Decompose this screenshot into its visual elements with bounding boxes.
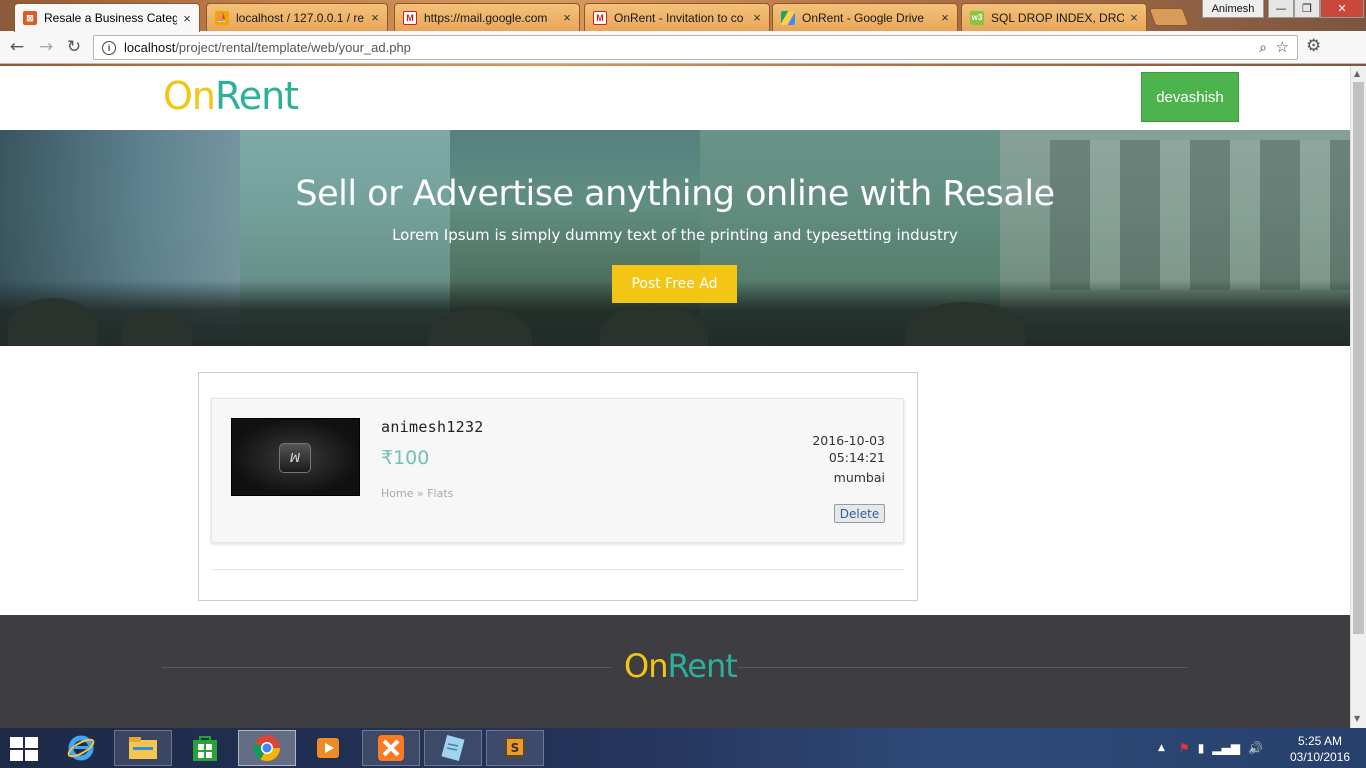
tab-title: localhost / 127.0.0.1 / re — [236, 10, 365, 25]
tab-invitation[interactable]: M OnRent - Invitation to co × — [584, 3, 770, 31]
url-path: /project/rental/template/web/your_ad.php — [175, 40, 411, 55]
ad-thumbnail[interactable]: ꟽ — [231, 418, 360, 496]
system-clock[interactable]: 5:25 AM 03/10/2016 — [1284, 733, 1356, 765]
minimize-icon[interactable]: — — [1268, 0, 1294, 18]
tab-phpmyadmin[interactable]: ⛵ localhost / 127.0.0.1 / re × — [206, 3, 388, 31]
logo-rent: Rent — [667, 647, 737, 685]
xampp-icon[interactable] — [362, 730, 420, 766]
file-explorer-icon[interactable] — [114, 730, 172, 766]
clock-date: 03/10/2016 — [1289, 750, 1351, 764]
site-logo[interactable]: OnRent — [163, 74, 299, 118]
url-host: localhost — [124, 40, 176, 55]
notepad-icon[interactable] — [424, 730, 482, 766]
new-tab-button[interactable] — [1148, 8, 1190, 26]
user-account-button[interactable]: devashish — [1141, 72, 1239, 122]
store-icon[interactable] — [176, 730, 234, 766]
volume-icon[interactable]: 🔊 — [1248, 741, 1263, 755]
chrome-icon[interactable] — [238, 730, 296, 766]
signal-icon[interactable]: ▂▄▆ — [1212, 741, 1240, 755]
app-logo-icon: ꟽ — [279, 443, 311, 473]
tab-strip: ⊠ Resale a Business Catego × ⛵ localhost… — [0, 0, 1366, 32]
ad-listing-card: ꟽ animesh1232 ₹100 Home » Flats 2016-10-… — [211, 398, 904, 543]
divider — [211, 569, 904, 570]
tab-google-drive[interactable]: OnRent - Google Drive × — [772, 3, 958, 31]
logo-on: On — [163, 74, 216, 118]
post-free-ad-button[interactable]: Post Free Ad — [612, 265, 737, 303]
close-icon[interactable]: × — [1128, 10, 1140, 25]
scroll-down-icon[interactable]: ▼ — [1354, 714, 1360, 723]
close-icon[interactable]: × — [369, 10, 381, 25]
delete-ad-button[interactable]: Delete — [834, 504, 885, 523]
browser-toolbar: ← → ↻ i localhost/project/rental/templat… — [0, 31, 1366, 64]
hero-banner: Sell or Advertise anything online with R… — [0, 130, 1350, 346]
action-center-flag-icon[interactable]: ⚑ — [1179, 741, 1190, 755]
ad-location: mumbai — [833, 470, 885, 485]
tab-title: Resale a Business Catego — [44, 11, 177, 25]
w3schools-icon: w3 — [970, 10, 984, 25]
google-drive-icon — [781, 10, 795, 25]
forward-icon[interactable]: → — [35, 36, 57, 58]
windows-taskbar: S ▲ ⚑ ▮ ▂▄▆ 🔊 5:25 AM 03/10/2016 — [0, 728, 1366, 768]
svg-text:S: S — [511, 741, 520, 755]
gmail-icon: M — [403, 10, 417, 25]
internet-explorer-icon[interactable] — [52, 730, 110, 766]
footer-divider-left — [162, 667, 612, 668]
site-footer: OnRent — [0, 615, 1350, 728]
gmail-icon: M — [593, 10, 607, 25]
address-bar[interactable]: i localhost/project/rental/template/web/… — [93, 35, 1298, 60]
web-page: OnRent devashish Sell or Advertise anyth… — [0, 66, 1350, 728]
site-header: OnRent devashish — [0, 66, 1350, 130]
zoom-icon[interactable]: ⌕ — [1259, 39, 1267, 56]
tab-resale[interactable]: ⊠ Resale a Business Catego × — [14, 3, 200, 32]
ad-timestamp: 2016-10-03 05:14:21 — [812, 432, 885, 466]
ad-title[interactable]: animesh1232 — [381, 418, 484, 436]
reload-icon[interactable]: ↻ — [63, 36, 85, 58]
close-icon[interactable]: × — [751, 10, 763, 25]
system-tray: ▲ ⚑ ▮ ▂▄▆ 🔊 — [1158, 728, 1263, 768]
scrollbar-thumb[interactable] — [1353, 82, 1364, 634]
profile-button[interactable]: Animesh — [1202, 0, 1264, 18]
hero-subtitle: Lorem Ipsum is simply dummy text of the … — [392, 226, 958, 244]
info-icon[interactable]: i — [102, 40, 116, 55]
tab-title: OnRent - Invitation to co — [614, 10, 744, 25]
footer-logo[interactable]: OnRent — [624, 647, 738, 685]
media-player-icon[interactable] — [300, 730, 358, 766]
settings-gear-icon[interactable]: ⚙ — [1306, 36, 1321, 56]
phpmyadmin-icon: ⛵ — [215, 10, 229, 25]
page-scrollbar[interactable]: ▲ ▼ — [1350, 66, 1366, 728]
ad-time: 05:14:21 — [828, 450, 885, 465]
ad-price: ₹100 — [381, 447, 430, 469]
windows-start-icon[interactable] — [10, 737, 38, 761]
logo-rent: Rent — [215, 74, 299, 118]
close-window-icon[interactable]: ✕ — [1320, 0, 1364, 18]
ad-date: 2016-10-03 — [812, 433, 885, 448]
tab-sql-drop-index[interactable]: w3 SQL DROP INDEX, DROP × — [961, 3, 1147, 31]
tab-title: SQL DROP INDEX, DROP — [991, 10, 1124, 25]
restore-icon[interactable]: ❐ — [1294, 0, 1320, 18]
close-icon[interactable]: × — [939, 10, 951, 25]
logo-on: On — [624, 647, 668, 685]
bookmark-star-icon[interactable]: ☆ — [1276, 38, 1289, 56]
sublime-text-icon[interactable]: S — [486, 730, 544, 766]
back-icon[interactable]: ← — [6, 36, 28, 58]
tab-gmail[interactable]: M https://mail.google.com × — [394, 3, 580, 31]
footer-divider-right — [738, 667, 1188, 668]
close-icon[interactable]: × — [561, 10, 573, 25]
ad-category-breadcrumb[interactable]: Home » Flats — [381, 487, 453, 500]
scroll-up-icon[interactable]: ▲ — [1354, 69, 1360, 78]
show-hidden-icons[interactable]: ▲ — [1158, 743, 1165, 753]
browser-frame: ⊠ Resale a Business Catego × ⛵ localhost… — [0, 0, 1366, 66]
tab-title: https://mail.google.com — [424, 10, 548, 25]
clock-time: 5:25 AM — [1297, 734, 1343, 748]
xampp-icon: ⊠ — [23, 11, 37, 25]
your-ads-section: ꟽ animesh1232 ₹100 Home » Flats 2016-10-… — [0, 346, 1350, 615]
hero-title: Sell or Advertise anything online with R… — [295, 174, 1055, 214]
ads-panel: ꟽ animesh1232 ₹100 Home » Flats 2016-10-… — [198, 372, 918, 601]
close-icon[interactable]: × — [181, 11, 193, 26]
battery-icon[interactable]: ▮ — [1198, 741, 1205, 755]
tab-title: OnRent - Google Drive — [802, 10, 925, 25]
